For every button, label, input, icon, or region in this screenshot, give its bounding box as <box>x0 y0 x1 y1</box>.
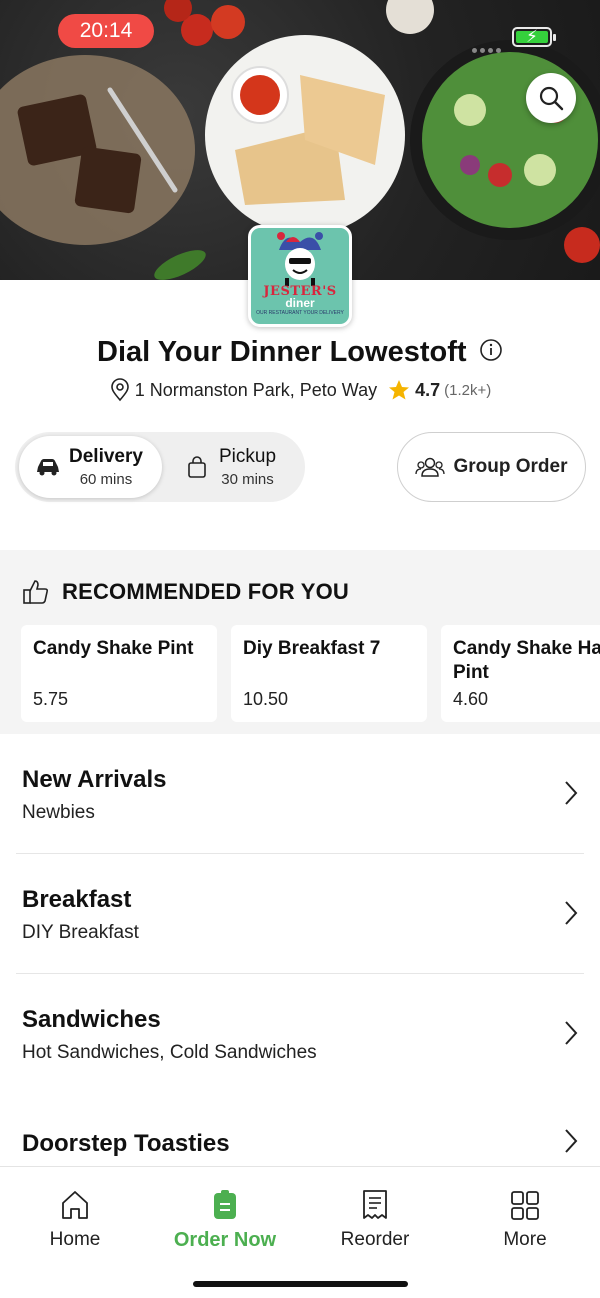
home-icon <box>62 1191 88 1219</box>
restaurant-name: Dial Your Dinner Lowestoft <box>97 336 467 368</box>
item-name: Candy Shake Pint <box>33 638 194 659</box>
star-icon <box>389 380 410 400</box>
pickup-option[interactable]: Pickup 30 mins <box>173 436 301 498</box>
location-pin-icon <box>110 378 129 402</box>
restaurant-address: 1 Normanston Park, Peto Way <box>134 379 378 400</box>
group-order-button[interactable]: Group Order <box>397 432 586 502</box>
nav-home[interactable]: Home <box>0 1189 150 1251</box>
category-name: Sandwiches <box>22 1006 161 1033</box>
recommended-header: RECOMMENDED FOR YOU <box>22 578 349 606</box>
item-name: Candy Shake Half Pint <box>453 638 600 683</box>
nav-order-now[interactable]: Order Now <box>150 1189 300 1252</box>
category-name: New Arrivals <box>22 766 167 793</box>
rating-count: (1.2k+) <box>444 381 492 399</box>
category-row[interactable]: New Arrivals Newbies <box>16 734 584 854</box>
order-mode-toggle: Delivery 60 mins Pickup 30 mins <box>15 432 305 502</box>
chevron-right-icon <box>565 781 578 805</box>
delivery-time: 60 mins <box>79 471 133 488</box>
receipt-icon <box>363 1190 387 1219</box>
nav-reorder[interactable]: Reorder <box>300 1189 450 1251</box>
home-indicator <box>193 1281 408 1287</box>
thumbs-up-icon <box>23 580 49 604</box>
search-icon <box>539 86 564 111</box>
item-name: Diy Breakfast 7 <box>243 638 381 659</box>
pickup-label: Pickup <box>219 446 277 467</box>
item-price: 4.60 <box>453 689 489 709</box>
recommended-item-card[interactable]: Candy Shake Half Pint 4.60 <box>441 625 600 722</box>
category-subtitle: Newbies <box>22 802 95 823</box>
car-icon <box>37 459 59 476</box>
item-price: 5.75 <box>33 689 69 709</box>
category-row[interactable]: Doorstep Toasties <box>16 1094 584 1166</box>
pickup-time: 30 mins <box>221 471 274 488</box>
nav-order-now-label: Order Now <box>173 1229 277 1251</box>
nav-reorder-label: Reorder <box>340 1229 410 1250</box>
recommended-item-card[interactable]: Diy Breakfast 7 10.50 <box>231 625 427 722</box>
category-subtitle: DIY Breakfast <box>22 922 139 943</box>
recommended-section: RECOMMENDED FOR YOU Candy Shake Pint 5.7… <box>0 550 600 734</box>
restaurant-logo: JESTER'S diner OUR RESTAURANT YOUR DELIV… <box>248 225 352 327</box>
delivery-label: Delivery <box>69 446 143 467</box>
chevron-right-icon <box>565 901 578 925</box>
jester-icon <box>277 232 323 286</box>
logo-tagline: OUR RESTAURANT YOUR DELIVERY <box>256 310 344 316</box>
category-name: Breakfast <box>22 886 132 913</box>
group-order-label: Group Order <box>453 456 568 477</box>
signal-icon <box>472 40 516 53</box>
nav-more[interactable]: More <box>450 1189 600 1251</box>
recommended-title: RECOMMENDED FOR YOU <box>62 579 349 604</box>
delivery-option[interactable]: Delivery 60 mins <box>19 436 162 498</box>
category-name: Doorstep Toasties <box>22 1130 230 1157</box>
logo-text-diner: diner <box>285 296 315 310</box>
grid-icon <box>511 1191 539 1220</box>
restaurant-title-row: Dial Your Dinner Lowestoft <box>0 336 600 369</box>
category-row[interactable]: Breakfast DIY Breakfast <box>16 854 584 974</box>
address-row: 1 Normanston Park, Peto Way 4.7 (1.2k+) <box>0 378 600 402</box>
shopping-bag-icon <box>188 456 206 478</box>
chevron-right-icon <box>565 1129 578 1153</box>
chevron-right-icon <box>565 1021 578 1045</box>
battery-icon: ⚡ <box>512 27 556 47</box>
nav-more-label: More <box>503 1229 547 1250</box>
item-price: 10.50 <box>243 689 289 709</box>
status-time: 20:14 <box>58 14 154 48</box>
category-subtitle: Hot Sandwiches, Cold Sandwiches <box>22 1042 317 1063</box>
category-row[interactable]: Sandwiches Hot Sandwiches, Cold Sandwich… <box>16 974 584 1094</box>
recommended-item-card[interactable]: Candy Shake Pint 5.75 <box>21 625 217 722</box>
search-button[interactable] <box>526 73 576 123</box>
nav-home-label: Home <box>49 1229 101 1250</box>
group-icon <box>415 457 446 477</box>
bottom-nav: Home Order Now Reorder More <box>0 1166 600 1298</box>
order-icon <box>214 1190 236 1219</box>
rating-value: 4.7 <box>415 379 441 400</box>
info-icon[interactable] <box>479 338 503 367</box>
